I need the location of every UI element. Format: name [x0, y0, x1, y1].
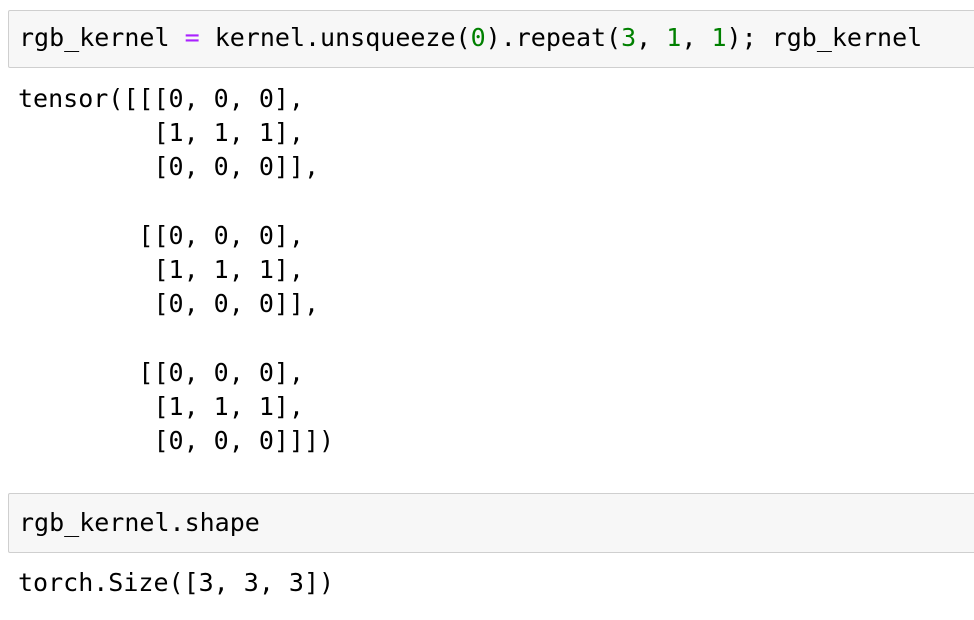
- code-cell-2-output: torch.Size([3, 3, 3]): [18, 568, 335, 597]
- code-token-call: ).repeat(: [485, 23, 622, 52]
- code-cell-1-input[interactable]: rgb_kernel = kernel.unsqueeze(0).repeat(…: [8, 10, 974, 68]
- code-cell-1-output: tensor([[[0, 0, 0], [1, 1, 1], [0, 0, 0]…: [18, 84, 335, 456]
- code-token-variable: rgb_kernel: [19, 23, 170, 52]
- code-token-number: 0: [470, 23, 486, 52]
- code-cell-2-input[interactable]: rgb_kernel.shape: [8, 493, 974, 553]
- code-token-separator: ,: [636, 23, 667, 52]
- code-line: rgb_kernel.shape: [19, 508, 260, 537]
- code-token-tail: ); rgb_kernel: [726, 23, 923, 52]
- code-token-operator: =: [184, 23, 200, 52]
- code-token-number: 1: [711, 23, 727, 52]
- code-token-number: 3: [621, 23, 637, 52]
- code-token-separator: ,: [681, 23, 712, 52]
- code-line: rgb_kernel = kernel.unsqueeze(0).repeat(…: [19, 21, 922, 55]
- code-token-call: kernel.unsqueeze(: [214, 23, 471, 52]
- code-token-number: 1: [666, 23, 682, 52]
